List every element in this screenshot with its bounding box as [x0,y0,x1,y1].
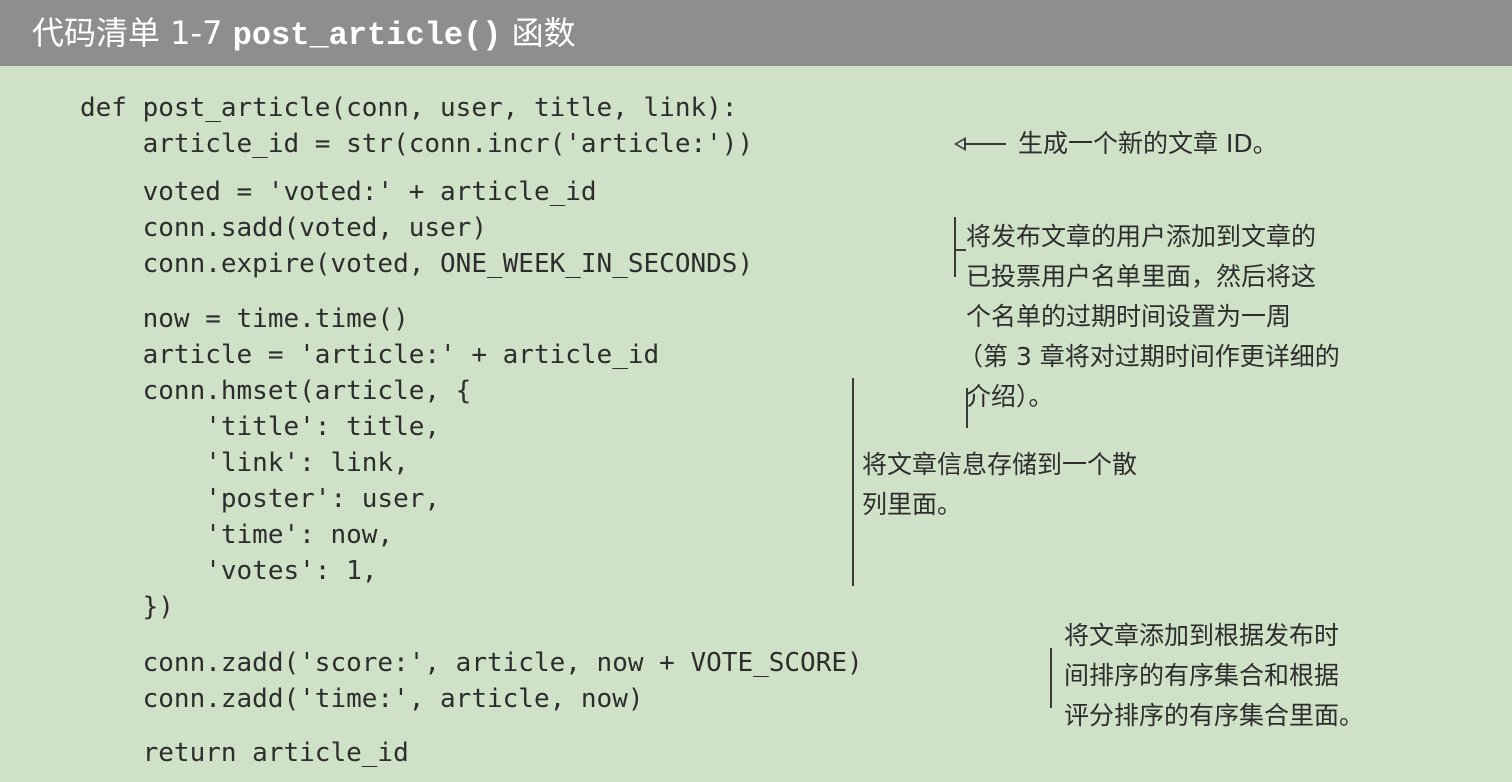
callout-bracket-zset [1050,648,1052,708]
code-line: conn.expire(voted, ONE_WEEK_IN_SECONDS) [80,249,754,279]
function-name: post_article() [232,17,502,54]
callout-arrow-line [966,143,1006,145]
code-line: conn.zadd('time:', article, now) [80,684,644,714]
code-line: article = 'article:' + article_id [80,340,660,370]
listing-label: 代码清单 1-7 [32,14,223,52]
annotation-hash-line: 列里面。 [862,490,963,519]
callout-bracket [954,217,956,277]
code-line: conn.zadd('score:', article, now + VOTE_… [80,648,863,678]
annotation-voted-line: 个名单的过期时间设置为一周 [966,302,1292,331]
annotation-zset-line: 将文章添加到根据发布时 [1064,621,1340,650]
code-line: now = time.time() [80,304,409,334]
code-line: 'poster': user, [80,484,441,514]
code-line: voted = 'voted:' + article_id [80,177,597,207]
annotation-voted-line: 将发布文章的用户添加到文章的 [966,222,1317,251]
code-line: 'time': now, [80,520,394,550]
annotation-new-id: 生成一个新的文章 ID。 [1018,129,1278,158]
annotation-zset-line: 评分排序的有序集合里面。 [1064,701,1365,730]
code-line: }) [80,592,174,622]
code-line: conn.hmset(article, { [80,376,472,406]
listing-suffix: 函数 [511,14,576,52]
annotation-voted-line: （第 3 章将对过期时间作更详细的 [958,342,1340,371]
listing-title: 代码清单 1-7 post_article() 函数 [32,10,576,59]
callout-bracket-hash [852,378,854,586]
code-line: 'votes': 1, [80,556,378,586]
annotation-voted-line: 介绍）。 [966,382,1054,411]
annotation-zset-line: 间排序的有序集合和根据 [1064,661,1340,690]
code-line: def post_article(conn, user, title, link… [80,93,738,123]
code-line: 'link': link, [80,448,409,478]
annotation-voted-line: 已投票用户名单里面，然后将这 [966,262,1317,291]
listing-header: 代码清单 1-7 post_article() 函数 [0,0,1512,66]
callout-bracket-tick [954,249,966,251]
callout-arrow-head [954,137,966,151]
annotation-hash-line: 将文章信息存储到一个散 [862,450,1138,479]
code-line: article_id = str(conn.incr('article:')) [80,129,754,159]
code-line: return article_id [80,738,409,768]
code-line: conn.sadd(voted, user) [80,213,487,243]
code-line: 'title': title, [80,412,441,442]
